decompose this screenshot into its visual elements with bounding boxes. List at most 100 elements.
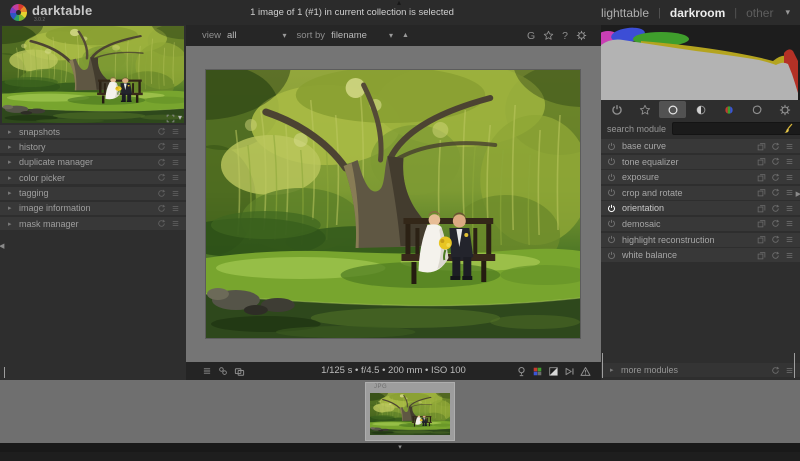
presets-menu-icon[interactable] bbox=[171, 127, 180, 136]
overlays-star-icon[interactable] bbox=[543, 30, 554, 41]
presets-menu-icon[interactable] bbox=[785, 251, 794, 260]
left-module-tagging[interactable]: ▸ tagging bbox=[0, 186, 186, 200]
processing-module-highlight-reconstruction[interactable]: highlight reconstruction bbox=[601, 232, 800, 247]
presets-menu-icon[interactable] bbox=[785, 235, 794, 244]
processing-module-crop-and-rotate[interactable]: crop and rotate bbox=[601, 185, 800, 200]
power-toggle-icon[interactable] bbox=[607, 157, 616, 166]
presets-menu-icon[interactable] bbox=[171, 189, 180, 198]
gamut-check-icon[interactable] bbox=[532, 366, 543, 377]
sort-ascending-icon[interactable]: ▲ bbox=[402, 32, 409, 39]
presets-menu-icon[interactable] bbox=[785, 188, 794, 197]
power-toggle-icon[interactable] bbox=[607, 219, 616, 228]
presets-menu-icon[interactable] bbox=[785, 366, 794, 375]
module-group-tab-base[interactable] bbox=[659, 101, 686, 118]
multi-instance-icon[interactable] bbox=[757, 142, 766, 151]
main-image[interactable] bbox=[206, 70, 580, 338]
processing-module-tone-equalizer[interactable]: tone equalizer bbox=[601, 154, 800, 169]
left-module-duplicate-manager[interactable]: ▸ duplicate manager bbox=[0, 155, 186, 169]
module-group-tab-correction[interactable] bbox=[743, 101, 770, 118]
view-tab-lighttable[interactable]: lighttable bbox=[601, 6, 649, 20]
guides-icon[interactable] bbox=[218, 366, 228, 376]
presets-menu-icon[interactable] bbox=[785, 173, 794, 182]
module-group-tab-effect[interactable] bbox=[771, 101, 798, 118]
sort-dropdown-icon[interactable]: ▾ bbox=[389, 31, 393, 40]
reset-icon[interactable] bbox=[771, 173, 780, 182]
module-group-tab-color[interactable] bbox=[715, 101, 742, 118]
power-toggle-icon[interactable] bbox=[607, 173, 616, 182]
presets-menu-icon[interactable] bbox=[171, 158, 180, 167]
reset-icon[interactable] bbox=[771, 204, 780, 213]
reset-icon[interactable] bbox=[771, 366, 780, 375]
left-module-color-picker[interactable]: ▸ color picker bbox=[0, 171, 186, 185]
reset-icon[interactable] bbox=[771, 219, 780, 228]
reset-icon[interactable] bbox=[157, 204, 166, 213]
left-module-snapshots[interactable]: ▸ snapshots bbox=[0, 125, 186, 138]
module-group-tab-favorites[interactable] bbox=[631, 101, 658, 118]
reset-icon[interactable] bbox=[771, 188, 780, 197]
right-panel-collapse-icon[interactable]: ▶ bbox=[796, 191, 800, 199]
filmstrip-collapse-icon[interactable]: ▾ bbox=[398, 443, 402, 452]
module-group-tab-tone[interactable] bbox=[687, 101, 714, 118]
processing-module-exposure[interactable]: exposure bbox=[601, 170, 800, 185]
multi-instance-icon[interactable] bbox=[757, 204, 766, 213]
second-window-icon[interactable] bbox=[234, 366, 245, 377]
reset-icon[interactable] bbox=[157, 158, 166, 167]
presets-menu-icon[interactable] bbox=[785, 142, 794, 151]
multi-instance-icon[interactable] bbox=[757, 157, 766, 166]
reset-icon[interactable] bbox=[771, 157, 780, 166]
grouping-icon[interactable]: G bbox=[527, 30, 535, 42]
presets-menu-icon[interactable] bbox=[785, 204, 794, 213]
presets-menu-icon[interactable] bbox=[171, 204, 180, 213]
presets-menu-icon[interactable] bbox=[785, 219, 794, 228]
view-tab-darkroom[interactable]: darkroom bbox=[670, 6, 725, 20]
presets-menu-icon[interactable] bbox=[785, 157, 794, 166]
view-dropdown-icon[interactable]: ▾ bbox=[785, 7, 790, 18]
multi-instance-icon[interactable] bbox=[757, 235, 766, 244]
reset-icon[interactable] bbox=[771, 235, 780, 244]
presets-menu-icon[interactable] bbox=[171, 219, 180, 228]
sort-value[interactable]: filename bbox=[331, 30, 367, 41]
reset-icon[interactable] bbox=[157, 173, 166, 182]
left-module-mask-manager[interactable]: ▸ mask manager bbox=[0, 217, 186, 231]
reset-icon[interactable] bbox=[157, 189, 166, 198]
exposure-warning-icon[interactable] bbox=[548, 366, 559, 377]
view-tab-other[interactable]: other bbox=[746, 6, 773, 20]
multi-instance-icon[interactable] bbox=[757, 251, 766, 260]
left-module-image-information[interactable]: ▸ image information bbox=[0, 201, 186, 215]
more-modules-row[interactable]: ▸ more modules bbox=[601, 363, 800, 377]
presets-menu-icon[interactable] bbox=[171, 142, 180, 151]
brush-icon[interactable] bbox=[782, 123, 793, 134]
top-panel-collapse-icon[interactable]: ▴ bbox=[397, 0, 401, 7]
module-search-input[interactable] bbox=[672, 122, 800, 135]
preferences-gear-icon[interactable] bbox=[576, 30, 587, 41]
reset-icon[interactable] bbox=[157, 127, 166, 136]
reset-icon[interactable] bbox=[157, 219, 166, 228]
view-filter-dropdown-icon[interactable]: ▾ bbox=[283, 31, 287, 40]
left-panel-scrollbar[interactable] bbox=[4, 367, 5, 378]
left-panel-collapse-icon[interactable]: ◀ bbox=[0, 243, 4, 251]
view-filter-value[interactable]: all bbox=[227, 30, 237, 41]
image-canvas[interactable] bbox=[186, 46, 601, 362]
filmstrip-thumbnail[interactable]: JPG bbox=[365, 382, 455, 441]
raw-overexposed-warning-icon[interactable] bbox=[580, 366, 591, 377]
color-assessment-lamp-icon[interactable] bbox=[516, 366, 527, 377]
processing-module-orientation[interactable]: orientation bbox=[601, 201, 800, 216]
multi-instance-icon[interactable] bbox=[757, 188, 766, 197]
zoom-level-dropdown-icon[interactable]: ▾ bbox=[178, 113, 182, 123]
module-group-tab-active-modules[interactable] bbox=[603, 101, 630, 118]
help-icon[interactable]: ? bbox=[562, 30, 568, 42]
power-toggle-icon[interactable] bbox=[607, 235, 616, 244]
right-panel-scrollbar[interactable] bbox=[602, 353, 603, 378]
reset-icon[interactable] bbox=[157, 142, 166, 151]
reset-icon[interactable] bbox=[771, 251, 780, 260]
right-panel-scrollbar[interactable] bbox=[794, 353, 795, 378]
power-toggle-icon[interactable] bbox=[607, 251, 616, 260]
power-toggle-icon[interactable] bbox=[607, 204, 616, 213]
reset-icon[interactable] bbox=[771, 142, 780, 151]
presets-menu-icon[interactable] bbox=[202, 366, 212, 376]
zoom-fit-icon[interactable] bbox=[166, 114, 175, 123]
processing-module-demosaic[interactable]: demosaic bbox=[601, 216, 800, 231]
processing-module-base-curve[interactable]: base curve bbox=[601, 139, 800, 153]
left-module-history[interactable]: ▸ history bbox=[0, 140, 186, 154]
presets-menu-icon[interactable] bbox=[171, 173, 180, 182]
